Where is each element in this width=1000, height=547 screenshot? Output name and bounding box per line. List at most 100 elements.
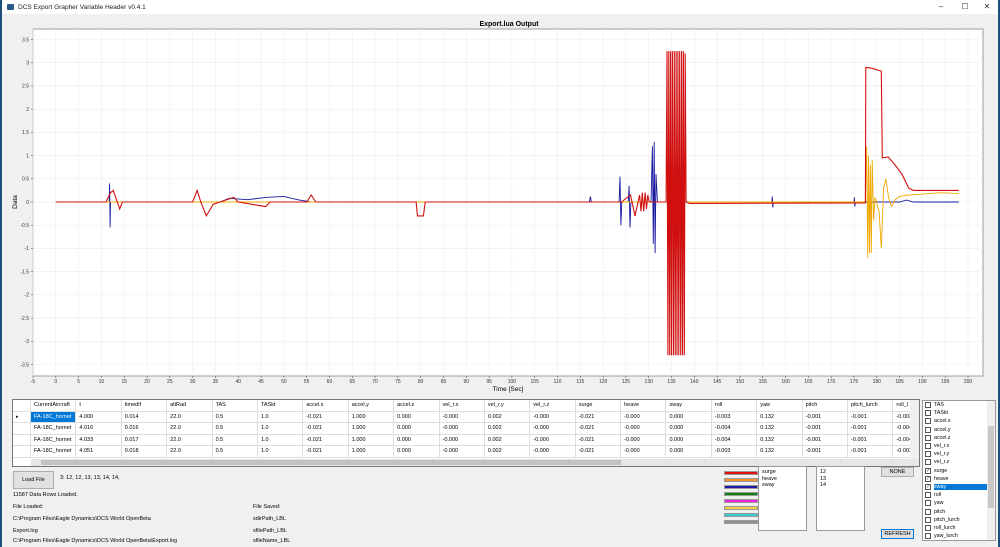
load-file-button[interactable]: Load File	[13, 471, 54, 489]
table-cell[interactable]: -0.000	[621, 423, 667, 435]
table-cell[interactable]: 0.002	[484, 411, 531, 423]
checkbox[interactable]	[925, 443, 931, 450]
table-cell[interactable]: -0.001	[848, 411, 894, 423]
table-cell[interactable]: -0.021	[303, 411, 349, 423]
column-header[interactable]: surge	[575, 400, 622, 412]
table-cell[interactable]: 0.002	[484, 446, 531, 458]
column-header[interactable]: TAS	[212, 400, 258, 412]
checklist-item[interactable]: accel.z	[923, 434, 995, 442]
row-header[interactable]	[13, 400, 31, 412]
table-cell[interactable]: 1.000	[348, 434, 395, 446]
column-header[interactable]: CurrentAircraft	[31, 400, 77, 412]
row-header[interactable]	[13, 434, 31, 446]
checklist-item[interactable]: accel.x	[923, 417, 995, 425]
checkbox[interactable]	[925, 516, 931, 523]
checklist-item[interactable]: ✓ sway	[923, 483, 995, 491]
table-cell[interactable]: 22.0	[167, 423, 213, 435]
table-cell[interactable]: 4.016	[76, 423, 122, 435]
table-cell[interactable]: 1.0	[257, 434, 304, 446]
table-cell[interactable]: -0.021	[303, 423, 349, 435]
table-cell[interactable]: -0.001	[802, 411, 849, 423]
table-cell[interactable]: -0.021	[303, 434, 349, 446]
checklist-item[interactable]: ✓ heave	[923, 475, 995, 483]
checkbox[interactable]	[925, 500, 931, 507]
table-cell[interactable]: 1.000	[348, 446, 395, 458]
table-cell[interactable]: 0.5	[212, 434, 258, 446]
checklist-item[interactable]: pitch_lurch	[923, 516, 995, 524]
table-cell[interactable]: 1.0	[257, 423, 304, 435]
table-cell[interactable]: 0.5	[212, 423, 258, 435]
table-cell[interactable]: -0.000	[530, 446, 576, 458]
checkbox[interactable]	[925, 402, 931, 409]
none-button[interactable]: NONE	[881, 467, 914, 477]
table-cell[interactable]: -0.000	[621, 446, 667, 458]
table-cell[interactable]: -0.000	[530, 411, 576, 423]
vertical-scrollbar[interactable]	[910, 400, 919, 460]
table-cell[interactable]: 4.000	[76, 411, 122, 423]
table-cell[interactable]: -0.004	[711, 434, 758, 446]
table-cell[interactable]: 0.132	[757, 411, 803, 423]
column-header[interactable]: vel_r.x	[439, 400, 485, 412]
column-header[interactable]: accel.y	[348, 400, 395, 412]
table-cell[interactable]: 0.014	[121, 411, 168, 423]
table-cell[interactable]: -0.000	[439, 423, 485, 435]
column-header[interactable]: vel_r.y	[484, 400, 531, 412]
table-cell[interactable]: -0.001	[802, 423, 849, 435]
table-cell[interactable]: 1.000	[348, 411, 395, 423]
table-cell[interactable]: -0.000	[439, 446, 485, 458]
checklist-item[interactable]: vel_r.z	[923, 458, 995, 466]
table-cell[interactable]: 0.000	[394, 411, 440, 423]
selected-indices-list[interactable]: 12 13 14	[816, 466, 865, 531]
table-cell[interactable]: -0.003	[711, 446, 758, 458]
table-cell[interactable]: FA-18C_hornet	[31, 446, 77, 458]
checklist-item[interactable]: roll	[923, 491, 995, 499]
list-item[interactable]: sway	[762, 482, 803, 489]
checkbox[interactable]	[925, 434, 931, 441]
table-cell[interactable]: -0.001	[802, 446, 849, 458]
data-grid[interactable]: CurrentAircraft t timedif altRad TAS TASkt acc…	[12, 399, 920, 467]
checklist-item[interactable]: yaw_lurch	[923, 532, 995, 540]
table-cell[interactable]: -0.021	[575, 423, 622, 435]
column-header[interactable]: sway	[666, 400, 712, 412]
table-cell[interactable]: -0.001	[848, 434, 894, 446]
table-cell[interactable]: 0.132	[757, 423, 803, 435]
checklist-item[interactable]: accel.y	[923, 426, 995, 434]
checkbox[interactable]: ✓	[925, 467, 931, 474]
table-cell[interactable]: -0.021	[575, 434, 622, 446]
checkbox[interactable]	[925, 418, 931, 425]
checkbox[interactable]	[925, 524, 931, 531]
table-cell[interactable]: FA-18C_hornet	[31, 423, 77, 435]
variable-checklist[interactable]: TAS TASkt accel.x accel.y accel.z vel_r.x vel_…	[922, 400, 996, 541]
table-cell[interactable]: -0.000	[621, 411, 667, 423]
checklist-item[interactable]: roll_lurch	[923, 524, 995, 532]
table-cell[interactable]: 0.017	[121, 434, 168, 446]
table-cell[interactable]: 22.0	[167, 434, 213, 446]
table-cell[interactable]: 0.000	[666, 423, 712, 435]
table-cell[interactable]: 0.132	[757, 434, 803, 446]
table-cell[interactable]: -0.001	[848, 446, 894, 458]
table-cell[interactable]: 0.000	[394, 446, 440, 458]
close-button[interactable]: ✕	[978, 0, 996, 14]
column-header[interactable]: pitch	[802, 400, 849, 412]
table-cell[interactable]: 0.000	[394, 434, 440, 446]
table-cell[interactable]: 0.000	[666, 411, 712, 423]
checkbox[interactable]	[925, 459, 931, 466]
checklist-item[interactable]: vel_r.x	[923, 442, 995, 450]
column-header[interactable]: accel.z	[394, 400, 440, 412]
maximize-button[interactable]: ☐	[956, 0, 974, 14]
column-header[interactable]: altRad	[167, 400, 213, 412]
checklist-item[interactable]: yaw	[923, 499, 995, 507]
table-cell[interactable]: 0.132	[757, 446, 803, 458]
table-cell[interactable]: -0.000	[439, 411, 485, 423]
table-cell[interactable]: 1.000	[348, 423, 395, 435]
table-cell[interactable]: -0.003	[711, 411, 758, 423]
checklist-item[interactable]: TAS	[923, 401, 995, 409]
table-cell[interactable]: 0.002	[484, 423, 531, 435]
table-cell[interactable]: 0.016	[121, 423, 168, 435]
table-cell[interactable]: 1.0	[257, 411, 304, 423]
checkbox[interactable]	[925, 451, 931, 458]
table-cell[interactable]: -0.001	[802, 434, 849, 446]
table-cell[interactable]: 0.5	[212, 446, 258, 458]
row-header[interactable]	[13, 423, 31, 435]
column-header[interactable]: t	[76, 400, 122, 412]
